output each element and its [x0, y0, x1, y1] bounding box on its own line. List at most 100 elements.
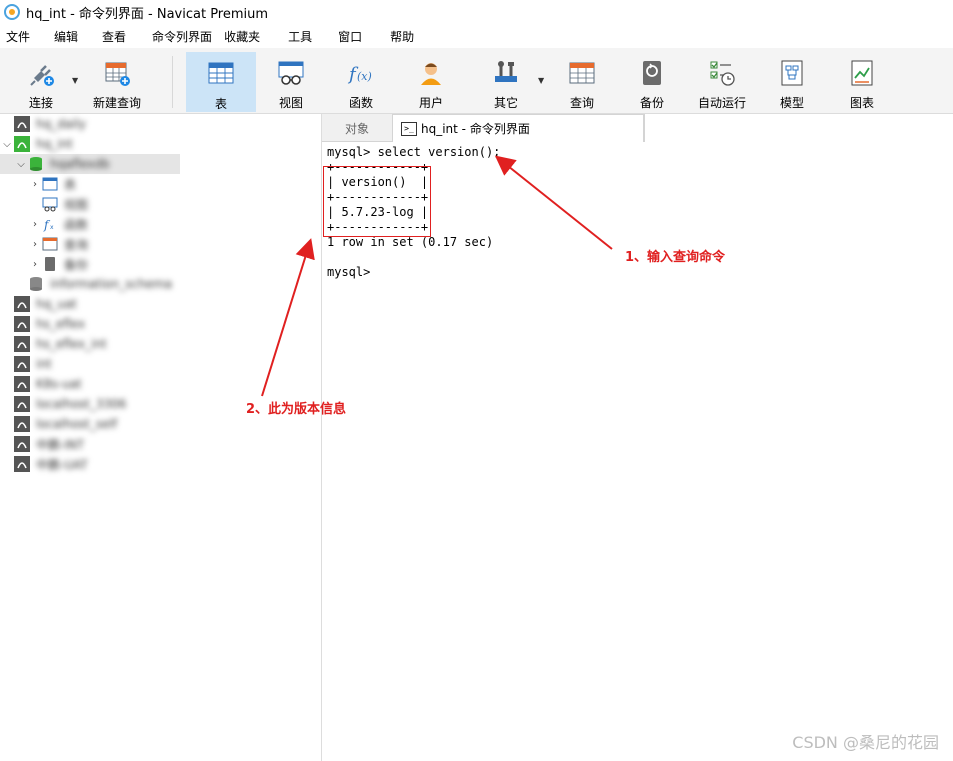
chart-button[interactable]: 图表 [832, 52, 892, 112]
chevron-right-icon[interactable]: › [28, 179, 42, 190]
main-toolbar: 连接 ▼ 新建查询 表 视图 f (x) 函数 用户 其它 ▼ 查询 备份 自动… [0, 48, 953, 114]
tree-label: localhost_3306 [36, 397, 127, 411]
tree-label: K8s-uat [36, 377, 82, 391]
tree-backups-node[interactable]: › 备份 [0, 254, 322, 274]
menu-view[interactable]: 查看 [96, 28, 132, 45]
connection-icon [14, 456, 30, 472]
chart-icon [847, 58, 877, 88]
menu-help[interactable]: 帮助 [384, 28, 420, 45]
menu-console[interactable]: 命令列界面 [146, 28, 218, 45]
tree-connection[interactable]: localhost_self [0, 414, 322, 434]
plug-icon [26, 58, 56, 88]
tree-connection[interactable]: hs_eflex_int [0, 334, 322, 354]
auto-run-button[interactable]: 自动运行 [692, 52, 752, 112]
menu-favorites[interactable]: 收藏夹 [218, 28, 266, 45]
schedule-icon [707, 58, 737, 88]
menu-file[interactable]: 文件 [0, 28, 36, 45]
tree-label: hq_daily [36, 117, 86, 131]
connection-icon [14, 116, 30, 132]
tree-functions-node[interactable]: › fx 函数 [0, 214, 322, 234]
table-label: 表 [214, 97, 227, 111]
table-button[interactable]: 表 [186, 52, 256, 112]
tree-label: 视图 [64, 197, 89, 212]
menu-edit[interactable]: 编辑 [48, 28, 84, 45]
function-button[interactable]: f (x) 函数 [328, 52, 394, 112]
connection-icon [14, 336, 30, 352]
tree-queries-node[interactable]: › 查询 [0, 234, 322, 254]
annotation-query-command: 1、输入查询命令 [625, 250, 726, 265]
version-highlight-box [323, 166, 431, 237]
menu-bar: 文件 编辑 查看 命令列界面 收藏夹 工具 窗口 帮助 [0, 24, 953, 48]
new-query-button[interactable]: 新建查询 [88, 52, 146, 112]
tree-connection[interactable]: K8s-uat [0, 374, 322, 394]
chevron-down-icon[interactable]: ⌵ [14, 159, 28, 170]
tree-database[interactable]: information_schema [0, 274, 322, 294]
toolbar-separator [172, 56, 173, 108]
menu-window[interactable]: 窗口 [332, 28, 368, 45]
tab-console[interactable]: >_ hq_int - 命令列界面 [392, 114, 644, 142]
connect-button[interactable]: 连接 [16, 52, 66, 112]
chevron-right-icon[interactable]: › [28, 259, 42, 270]
tree-connection[interactable]: int [0, 354, 322, 374]
backup-label: 备份 [639, 96, 664, 110]
tree-connection-open[interactable]: ⌵ hq_int [0, 134, 322, 154]
tab-objects[interactable]: 对象 [322, 114, 392, 142]
tree-label: 中鹏-UAT [36, 457, 88, 472]
tree-label: hq_int [36, 137, 73, 151]
tree-label: int [36, 357, 52, 371]
connect-dropdown-icon[interactable]: ▼ [72, 76, 78, 85]
tree-database-selected[interactable]: ⌵ hqaflexdb [0, 154, 180, 174]
connection-tree: hq_daily ⌵ hq_int ⌵ hqaflexdb › 表 视图 › f… [0, 114, 322, 761]
auto-run-label: 自动运行 [697, 96, 746, 110]
connect-label: 连接 [28, 96, 53, 110]
other-button[interactable]: 其它 [474, 52, 538, 112]
database-gray-icon [28, 276, 44, 292]
backup-icon [637, 58, 667, 88]
console-line: 1 row in set (0.17 sec) [327, 235, 494, 249]
query-icon [567, 58, 597, 88]
tree-connection[interactable]: hq_uat [0, 294, 322, 314]
view-button[interactable]: 视图 [258, 52, 324, 112]
query-label: 查询 [569, 96, 594, 110]
console-prompt: mysql> [327, 265, 371, 279]
tree-connection[interactable]: 中鹏-INT [0, 434, 322, 454]
tree-label: hs_eflex [36, 317, 86, 331]
new-query-label: 新建查询 [92, 96, 141, 110]
table-icon [206, 59, 236, 89]
new-query-icon [102, 58, 132, 88]
tree-connection[interactable]: 中鹏-UAT [0, 454, 322, 474]
menu-tools[interactable]: 工具 [282, 28, 318, 45]
chevron-down-icon[interactable]: ⌵ [0, 139, 14, 150]
other-dropdown-icon[interactable]: ▼ [538, 76, 544, 85]
tree-label: 中鹏-INT [36, 437, 85, 452]
user-button[interactable]: 用户 [398, 52, 464, 112]
console-line: mysql> select version(); [327, 145, 501, 159]
watermark: CSDN @桑尼的花园 [792, 733, 939, 752]
connection-icon [14, 396, 30, 412]
user-icon [416, 58, 446, 88]
tree-label: hqaflexdb [50, 157, 110, 171]
backup-small-icon [42, 256, 58, 272]
connection-icon [14, 356, 30, 372]
tree-connection[interactable]: hs_eflex [0, 314, 322, 334]
chevron-right-icon[interactable]: › [28, 219, 42, 230]
connection-active-icon [14, 136, 30, 152]
tree-tables-node[interactable]: › 表 [0, 174, 322, 194]
tree-connection[interactable]: hq_daily [0, 114, 322, 134]
query-small-icon [42, 236, 58, 252]
view-icon [276, 58, 306, 88]
query-button[interactable]: 查询 [552, 52, 612, 112]
tree-label: 函数 [64, 217, 89, 232]
tab-strip-empty [644, 114, 953, 142]
model-button[interactable]: 模型 [762, 52, 822, 112]
function-label: 函数 [348, 96, 373, 110]
user-label: 用户 [418, 96, 443, 110]
connection-icon [14, 316, 30, 332]
backup-button[interactable]: 备份 [622, 52, 682, 112]
connection-icon [14, 436, 30, 452]
chevron-right-icon[interactable]: › [28, 239, 42, 250]
function-small-icon: fx [42, 216, 58, 232]
connection-icon [14, 416, 30, 432]
tree-views-node[interactable]: 视图 [0, 194, 322, 214]
tree-label: 表 [64, 177, 77, 192]
